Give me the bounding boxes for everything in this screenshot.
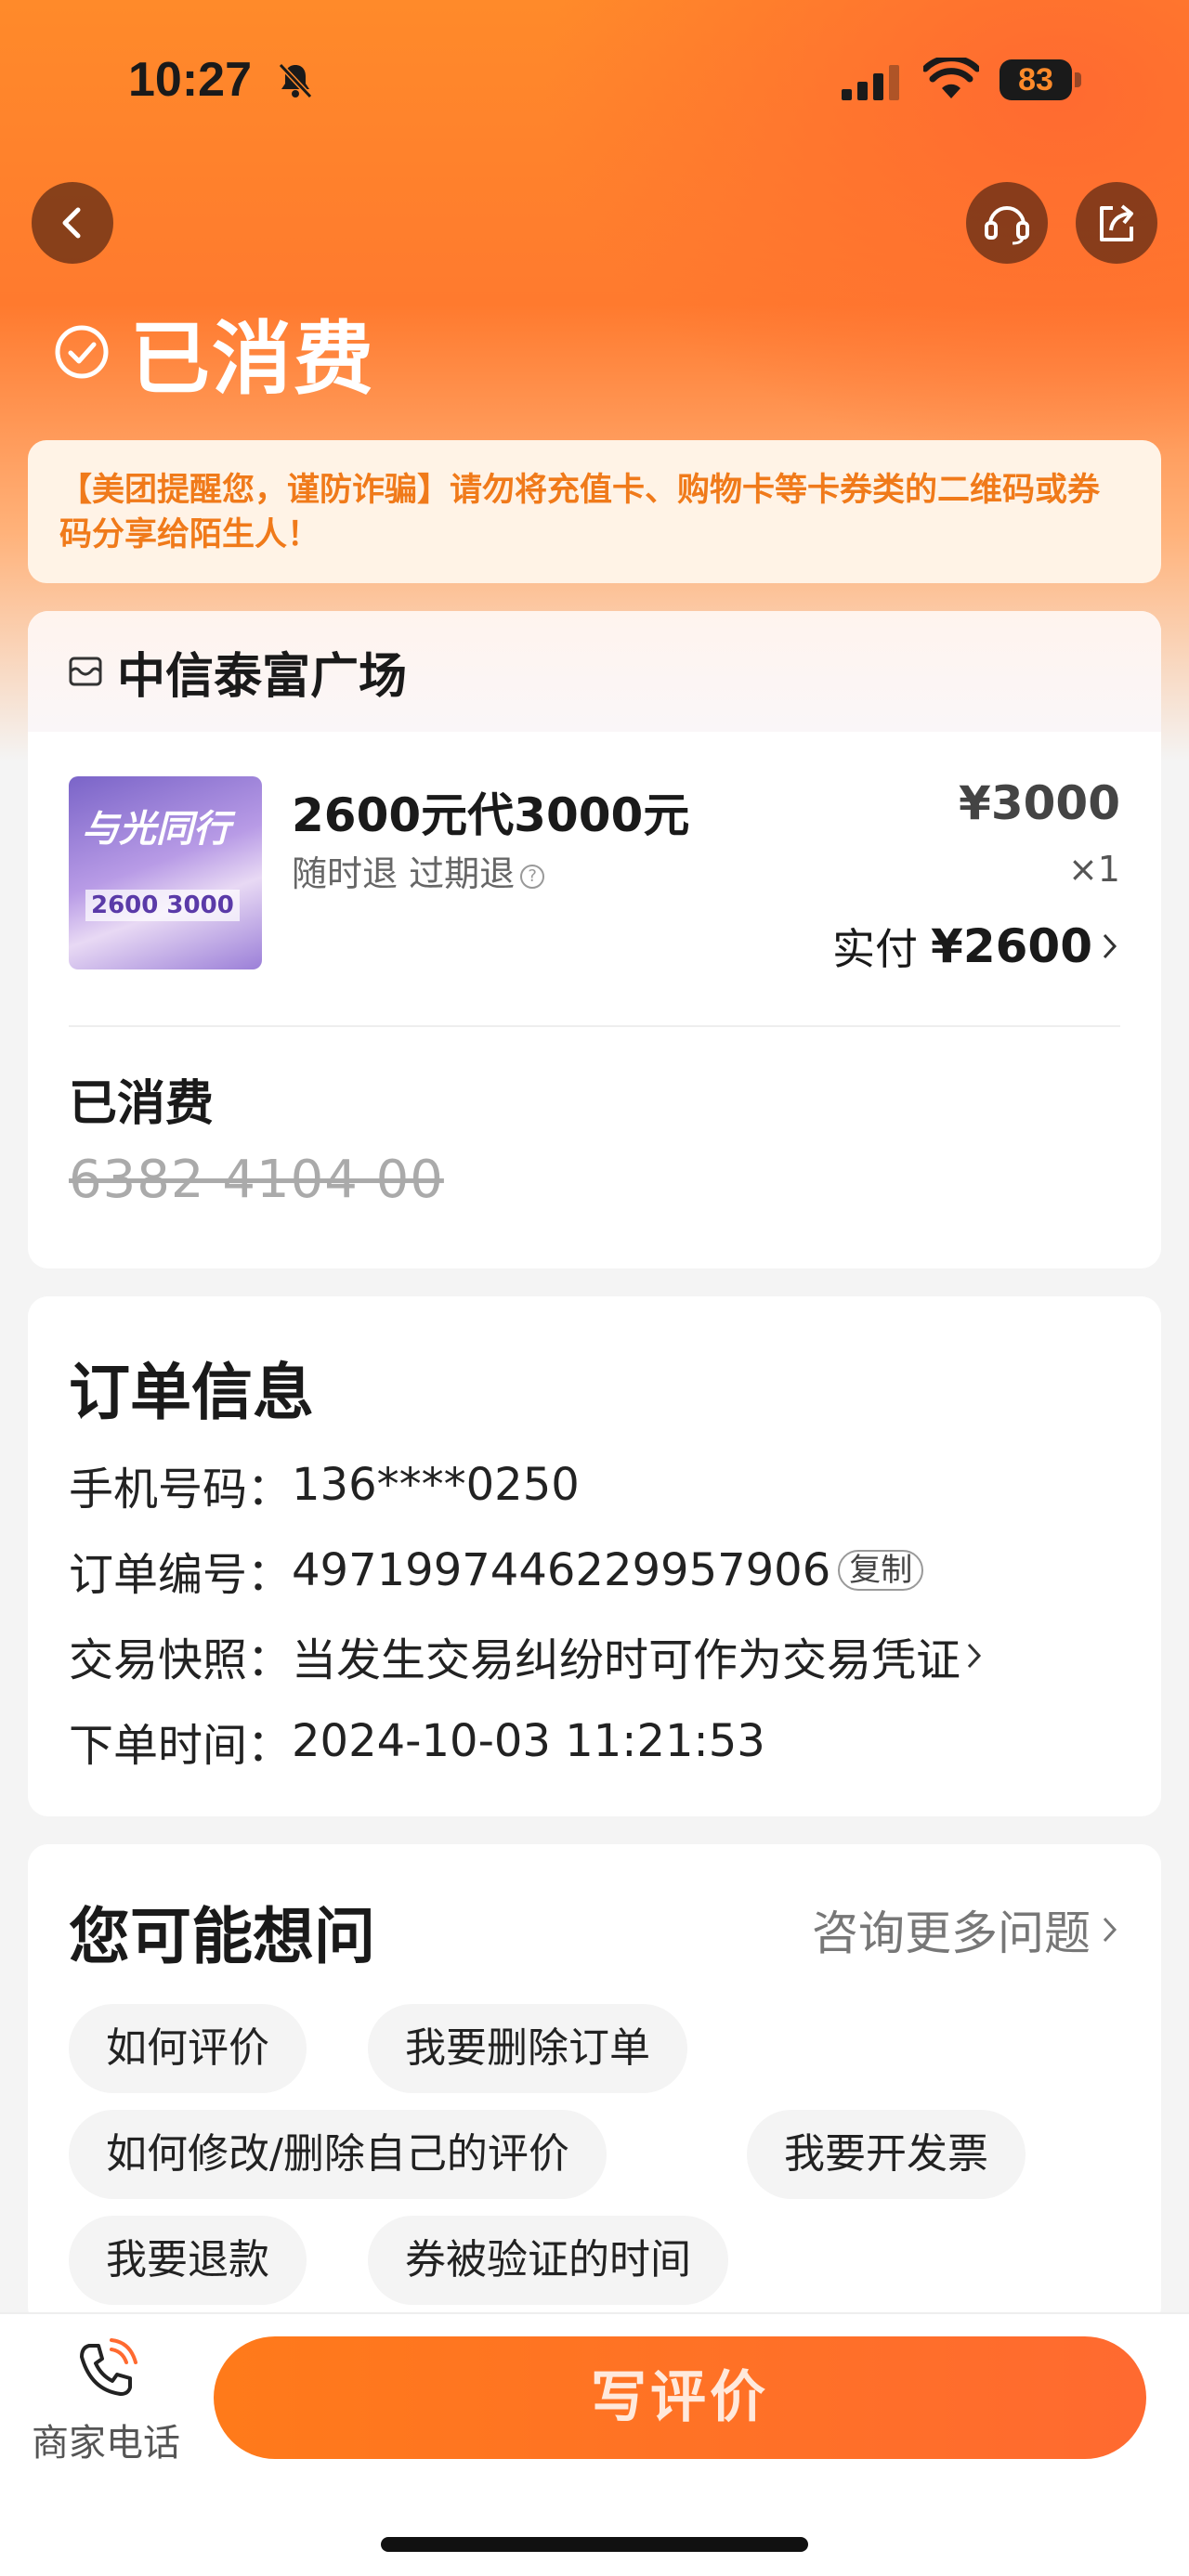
row-key: 交易快照： — [69, 1634, 293, 1686]
chevron-right-icon — [1103, 933, 1117, 959]
product-image-title: 与光同行 — [82, 808, 230, 851]
cellular-signal-icon — [842, 65, 899, 100]
row-key: 下单时间： — [69, 1720, 293, 1772]
battery-level: 83 — [1000, 59, 1072, 100]
product-quantity: ×1 — [1067, 849, 1120, 890]
row-key: 手机号码： — [69, 1464, 293, 1516]
paid-label: 实付 — [832, 924, 919, 974]
write-review-button[interactable]: 写评价 — [214, 2336, 1146, 2459]
faq-more-text: 咨询更多问题 — [812, 1906, 1091, 1960]
help-icon[interactable]: ? — [520, 864, 545, 889]
share-button[interactable] — [1076, 182, 1157, 264]
check-circle-icon — [55, 325, 109, 378]
phone-icon — [80, 2338, 137, 2396]
shop-header[interactable]: 中信泰富广场 — [28, 611, 1161, 732]
faq-chip[interactable]: 我要开发票 — [747, 2110, 1026, 2199]
refund-policy[interactable]: 随时退 过期退? — [292, 845, 545, 896]
paid-amount[interactable]: 实付 ¥2600 — [832, 916, 1120, 977]
store-icon — [69, 657, 102, 686]
product-title[interactable]: 2600元代3000元 — [292, 778, 689, 845]
status-time: 10:27 — [128, 53, 252, 107]
faq-chip[interactable]: 我要退款 — [69, 2216, 307, 2305]
paid-value: ¥2600 — [931, 919, 1092, 973]
faq-chip[interactable]: 如何评价 — [69, 2004, 307, 2093]
row-value: 2024-10-03 11:21:53 — [292, 1715, 765, 1767]
shop-name: 中信泰富广场 — [117, 648, 408, 705]
row-value: 当发生交易纠纷时可作为交易凭证 — [292, 1634, 961, 1686]
fraud-warning-notice: 【美团提醒您，谨防诈骗】请勿将充值卡、购物卡等卡券类的二维码或券码分享给陌生人！ — [28, 440, 1161, 583]
order-number: 4971997446229957906 — [292, 1544, 831, 1596]
customer-service-button[interactable] — [966, 182, 1048, 264]
trade-snapshot-row[interactable]: 交易快照： 当发生交易纠纷时可作为交易凭证 — [69, 1623, 985, 1688]
faq-chip[interactable]: 如何修改/删除自己的评价 — [69, 2110, 607, 2199]
product-image[interactable]: 与光同行 2600 3000 — [69, 776, 262, 969]
chevron-left-icon — [62, 207, 81, 239]
product-price: ¥3000 — [959, 776, 1120, 830]
home-indicator — [381, 2537, 808, 2552]
headset-icon — [985, 206, 1029, 245]
battery-indicator: 83 — [1000, 59, 1081, 100]
share-icon — [1100, 204, 1133, 241]
refund-policy-text: 随时退 过期退 — [292, 853, 516, 894]
order-info-card: 订单信息 手机号码： 136****0250 订单编号： 49719974462… — [28, 1296, 1161, 1816]
wifi-icon — [923, 58, 979, 98]
status-title-text: 已消费 — [130, 313, 375, 406]
chevron-right-icon — [1103, 1917, 1117, 1943]
voucher-code: 6382 4104 00 — [69, 1150, 444, 1210]
order-number-row: 订单编号： 4971997446229957906 复制 — [69, 1538, 924, 1603]
merchant-phone-label: 商家电话 — [32, 2422, 180, 2465]
faq-more-link[interactable]: 咨询更多问题 — [812, 1896, 1120, 1963]
phone-number-row: 手机号码： 136****0250 — [69, 1452, 580, 1517]
product-image-caption: 2600 3000 — [85, 890, 240, 921]
chevron-right-icon — [967, 1643, 982, 1669]
product-card: 中信泰富广场 与光同行 2600 3000 2600元代3000元 随时退 过期… — [28, 611, 1161, 1268]
merchant-phone-button[interactable]: 商家电话 — [22, 2336, 189, 2466]
faq-title: 您可能想问 — [69, 1901, 375, 1972]
divider — [69, 1025, 1120, 1027]
faq-chip[interactable]: 券被验证的时间 — [368, 2216, 728, 2305]
order-info-title: 订单信息 — [69, 1357, 314, 1428]
order-status-title: 已消费 — [54, 293, 375, 410]
row-key: 订单编号： — [69, 1549, 293, 1601]
back-button[interactable] — [32, 182, 113, 264]
faq-card: 您可能想问 咨询更多问题 如何评价 我要删除订单 如何修改/删除自己的评价 我要… — [28, 1844, 1161, 2327]
faq-chip[interactable]: 我要删除订单 — [368, 2004, 687, 2093]
status-bar: 10:27 83 — [0, 0, 1189, 158]
row-value: 136****0250 — [292, 1459, 580, 1511]
copy-button[interactable]: 复制 — [838, 1550, 924, 1591]
order-time-row: 下单时间： 2024-10-03 11:21:53 — [69, 1709, 765, 1774]
consumed-label: 已消费 — [69, 1076, 215, 1132]
mute-bell-icon — [278, 62, 313, 99]
